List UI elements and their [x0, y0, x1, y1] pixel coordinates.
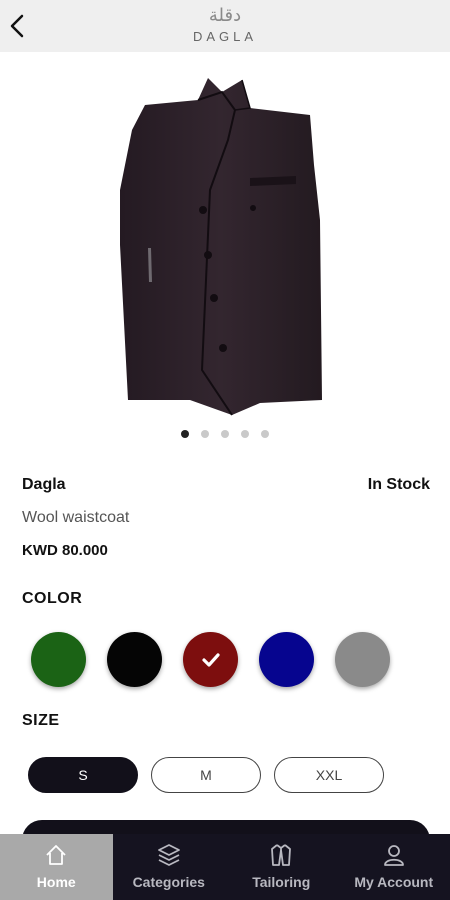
logo-arabic: دقلة: [208, 5, 242, 26]
product-price: KWD 80.000: [22, 542, 108, 559]
color-swatch-navy[interactable]: [259, 632, 314, 687]
nav-item-categories[interactable]: Categories: [113, 834, 226, 900]
layers-icon: [157, 844, 180, 866]
carousel-dot[interactable]: [181, 430, 189, 438]
color-swatch-maroon[interactable]: [183, 632, 238, 687]
product-name: Wool waistcoat: [22, 509, 130, 526]
carousel-dot[interactable]: [241, 430, 249, 438]
tailoring-icon: [271, 844, 292, 866]
size-button-s[interactable]: S: [28, 757, 138, 793]
logo-text: DAGLA: [192, 29, 258, 44]
color-section-label: COLOR: [22, 590, 83, 607]
nav-item-label: My Account: [354, 874, 434, 890]
size-button-xxl[interactable]: XXL: [274, 757, 384, 793]
nav-item-tailoring[interactable]: Tailoring: [225, 834, 338, 900]
color-swatches: [31, 632, 390, 687]
nav-item-label: Tailoring: [252, 874, 311, 890]
carousel-dot[interactable]: [201, 430, 209, 438]
product-image[interactable]: [110, 70, 340, 420]
app-header: دقلة DAGLA: [0, 0, 450, 52]
product-brand: Dagla: [22, 476, 66, 493]
home-icon: [46, 845, 66, 865]
account-icon: [383, 845, 404, 866]
nav-item-my-account[interactable]: My Account: [338, 834, 450, 900]
carousel-dot[interactable]: [261, 430, 269, 438]
nav-item-home[interactable]: Home: [0, 834, 113, 900]
brand-logo: دقلة DAGLA: [0, 5, 450, 45]
carousel-dot[interactable]: [221, 430, 229, 438]
nav-item-label: Home: [36, 874, 76, 890]
stock-status: In Stock: [367, 476, 430, 493]
image-carousel-indicators[interactable]: [0, 430, 450, 438]
color-swatch-grey[interactable]: [335, 632, 390, 687]
size-section-label: SIZE: [22, 712, 60, 729]
nav-item-label: Categories: [132, 874, 205, 890]
size-button-m[interactable]: M: [151, 757, 261, 793]
check-icon: [201, 652, 220, 667]
size-options: S M XXL: [28, 757, 384, 793]
bottom-navigation: Home Categories Tailoring My Account: [0, 834, 450, 900]
color-swatch-green[interactable]: [31, 632, 86, 687]
color-swatch-black[interactable]: [107, 632, 162, 687]
